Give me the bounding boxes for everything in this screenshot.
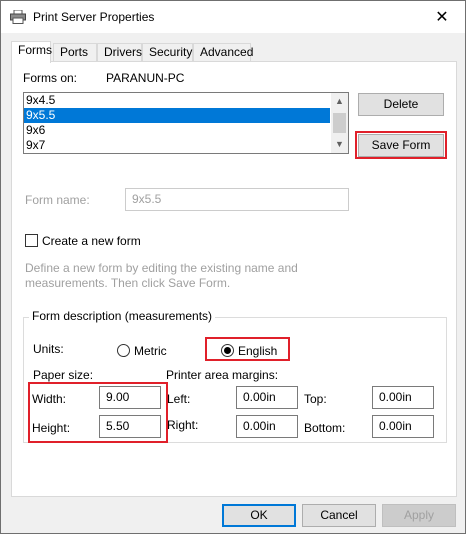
tab-ports[interactable]: Ports xyxy=(53,43,97,62)
tab-advanced[interactable]: Advanced xyxy=(193,43,253,62)
close-button[interactable]: ✕ xyxy=(419,1,465,33)
english-radio[interactable] xyxy=(221,344,234,357)
apply-button[interactable]: Apply xyxy=(382,504,456,527)
cancel-button[interactable]: Cancel xyxy=(302,504,376,527)
height-label: Height: xyxy=(32,421,71,435)
print-server-properties-dialog: Print Server Properties ✕ Forms Ports Dr… xyxy=(0,0,466,534)
bottom-margin-label: Bottom: xyxy=(304,421,346,435)
tab-drivers[interactable]: Drivers xyxy=(97,43,142,62)
window-title: Print Server Properties xyxy=(33,10,155,24)
width-field[interactable]: 9.00 xyxy=(99,386,161,409)
list-item[interactable]: 9x6 xyxy=(24,123,348,138)
units-label: Units: xyxy=(33,342,64,356)
right-margin-label: Right: xyxy=(167,418,199,432)
tab-forms[interactable]: Forms xyxy=(11,41,52,63)
scroll-thumb[interactable] xyxy=(333,113,346,133)
paper-size-label: Paper size: xyxy=(33,368,94,382)
create-new-form-label[interactable]: Create a new form xyxy=(42,234,141,248)
ok-button[interactable]: OK xyxy=(222,504,296,527)
list-item[interactable]: 9x7 xyxy=(24,138,348,153)
radio-selected-dot xyxy=(224,347,231,354)
form-description-title: Form description (measurements) xyxy=(29,309,216,323)
bottom-margin-field[interactable]: 0.00in xyxy=(372,415,434,438)
printer-icon xyxy=(10,10,26,24)
list-item-selected[interactable]: 9x5.5 xyxy=(24,108,330,123)
english-label[interactable]: English xyxy=(238,344,277,358)
forms-listbox[interactable]: 9x4.5 9x5.5 9x6 9x7 ▲ ▼ xyxy=(23,92,349,154)
title-bar: Print Server Properties ✕ xyxy=(1,1,465,33)
right-margin-field[interactable]: 0.00in xyxy=(236,415,298,438)
server-name: PARANUN-PC xyxy=(106,71,185,85)
close-icon: ✕ xyxy=(435,9,449,26)
save-form-button[interactable]: Save Form xyxy=(358,134,444,157)
left-margin-label: Left: xyxy=(167,392,191,406)
forms-on-label: Forms on: xyxy=(23,71,78,85)
form-name-label: Form name: xyxy=(25,193,90,207)
scroll-up-icon[interactable]: ▲ xyxy=(331,93,348,110)
tab-security[interactable]: Security xyxy=(142,43,193,62)
top-margin-label: Top: xyxy=(304,392,327,406)
printer-margins-label: Printer area margins: xyxy=(166,368,279,382)
create-new-form-checkbox[interactable] xyxy=(25,234,38,247)
width-label: Width: xyxy=(32,392,67,406)
form-name-field[interactable]: 9x5.5 xyxy=(125,188,349,211)
height-field[interactable]: 5.50 xyxy=(99,415,161,438)
scroll-down-icon[interactable]: ▼ xyxy=(331,136,348,153)
list-scrollbar[interactable]: ▲ ▼ xyxy=(331,93,348,153)
list-item[interactable]: 9x4.5 xyxy=(24,93,348,108)
top-margin-field[interactable]: 0.00in xyxy=(372,386,434,409)
left-margin-field[interactable]: 0.00in xyxy=(236,386,298,409)
forms-tab-panel: Forms on: PARANUN-PC 9x4.5 9x5.5 9x6 9x7… xyxy=(11,61,457,497)
metric-radio[interactable] xyxy=(117,344,130,357)
hint-text-line-2: measurements. Then click Save Form. xyxy=(25,276,231,290)
hint-text-line-1: Define a new form by editing the existin… xyxy=(25,261,298,275)
delete-button[interactable]: Delete xyxy=(358,93,444,116)
metric-label[interactable]: Metric xyxy=(134,344,167,358)
